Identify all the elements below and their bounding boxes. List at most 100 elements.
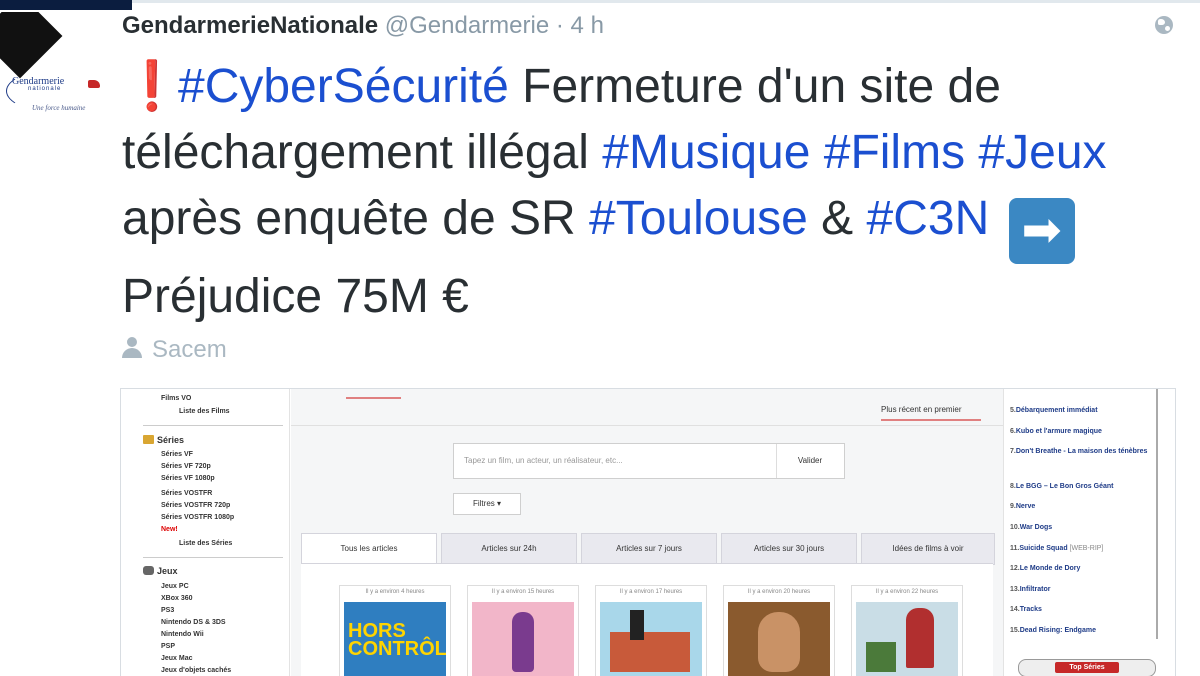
tweet-location[interactable]: Sacem xyxy=(122,336,227,364)
sidebar-section-series: Séries xyxy=(143,435,184,445)
tab-all-articles: Tous les articles xyxy=(301,533,437,565)
poster-shape xyxy=(630,610,644,640)
sidebar-link: Liste des Films xyxy=(179,408,230,415)
sidebar-link: Jeux Mac xyxy=(161,655,193,662)
sidebar-link: Liste des Séries xyxy=(179,540,233,547)
card-time: Il y a environ 20 heures xyxy=(747,589,811,595)
list-item: 14.Tracks xyxy=(1010,606,1160,613)
screenshot-top-list: 5.Débarquement immédiat 6.Kubo et l'armu… xyxy=(1003,389,1175,676)
separator-dot: · xyxy=(555,12,564,39)
tweet-text-part: après enquête de SR xyxy=(122,192,589,245)
sidebar-link: Séries VOSTFR xyxy=(161,490,213,497)
poster-shape xyxy=(610,632,690,672)
list-border xyxy=(1156,389,1158,639)
list-title: War Dogs xyxy=(1019,524,1053,531)
sort-label: Plus récent en premier xyxy=(881,405,962,414)
search-submit-button: Valider xyxy=(776,444,843,478)
list-item: 6.Kubo et l'armure magique xyxy=(1010,428,1160,435)
sidebar-divider xyxy=(143,425,283,426)
sort-underline xyxy=(881,419,981,421)
movie-poster: HORS CONTRÔLE xyxy=(344,602,446,676)
hashtag-jeux[interactable]: #Jeux xyxy=(978,126,1106,179)
sidebar-link: Nintendo Wii xyxy=(161,631,204,638)
tab-7-days: Articles sur 7 jours xyxy=(581,533,717,565)
sidebar-link: Nintendo DS & 3DS xyxy=(161,619,226,626)
sidebar-divider xyxy=(143,557,283,558)
avatar[interactable]: Gendarmerie nationale Une force humaine xyxy=(0,12,110,122)
sidebar-link: Jeux d'objets cachés xyxy=(161,667,232,674)
right-arrow-emoji-icon: ➡ xyxy=(1008,198,1075,264)
attached-screenshot[interactable]: Films VO Liste des Films Séries Séries V… xyxy=(120,388,1176,676)
movie-card: Il y a environ 22 heures xyxy=(851,585,963,676)
poster-shape xyxy=(906,608,934,668)
search-placeholder: Tapez un film, un acteur, un réalisateur… xyxy=(464,456,623,465)
list-item: 12.Le Monde de Dory xyxy=(1010,565,1160,572)
list-item: 13.Infiltrator xyxy=(1010,586,1160,593)
sidebar-link: PS3 xyxy=(161,607,175,614)
movie-card: Il y a environ 17 heures xyxy=(595,585,707,676)
tv-icon xyxy=(143,435,154,444)
tweet-timestamp[interactable]: 4 h xyxy=(571,12,604,39)
mourning-ribbon xyxy=(0,12,63,79)
mourning-band xyxy=(0,0,132,10)
hashtag-toulouse[interactable]: #Toulouse xyxy=(589,192,808,245)
sidebar-link: PSP xyxy=(161,643,176,650)
list-title: Kubo et l'armure magique xyxy=(1015,428,1102,435)
list-item: 5.Débarquement immédiat xyxy=(1010,407,1160,414)
new-badge: New! xyxy=(161,526,178,533)
list-title: Tracks xyxy=(1019,606,1042,613)
top-series-banner: Top Séries xyxy=(1018,659,1156,676)
hashtag-c3n[interactable]: #C3N xyxy=(867,192,990,245)
sidebar-link: Séries VF 1080p xyxy=(161,475,215,482)
list-rank: 12. xyxy=(1010,565,1020,572)
movie-card: Il y a environ 4 heures HORS CONTRÔLE xyxy=(339,585,451,676)
hashtag-cybersecurite[interactable]: #CyberSécurité xyxy=(178,60,509,113)
avatar-motto: Une force humaine xyxy=(32,104,86,112)
list-rank: 15. xyxy=(1010,627,1020,634)
filter-dropdown: Filtres ▾ xyxy=(453,493,521,515)
tweet-text-part: & xyxy=(807,192,867,245)
list-title: Don't Breathe - La maison des ténèbres xyxy=(1015,448,1148,455)
active-tab-underline xyxy=(346,397,401,399)
tab-30-days: Articles sur 30 jours xyxy=(721,533,857,565)
list-item: 9.Nerve xyxy=(1010,503,1160,510)
flame-icon xyxy=(88,80,100,88)
list-title: Le BGG – Le Bon Gros Géant xyxy=(1015,483,1114,490)
screenshot-main: Plus récent en premier Tapez un film, un… xyxy=(291,389,1003,676)
globe-icon xyxy=(1155,16,1173,34)
tweet-text: ❗#CyberSécurité Fermeture d'un site de t… xyxy=(122,54,1182,330)
list-item: 15.Dead Rising: Endgame xyxy=(1010,627,1160,634)
avatar-logo-sub: nationale xyxy=(28,86,62,92)
sidebar-link: Séries VF 720p xyxy=(161,463,211,470)
tweet-text-part: Préjudice 75M € xyxy=(122,270,469,323)
list-title: Infiltrator xyxy=(1019,586,1051,593)
hashtag-musique[interactable]: #Musique xyxy=(602,126,810,179)
card-time: Il y a environ 22 heures xyxy=(875,589,939,595)
list-title: Nerve xyxy=(1015,503,1036,510)
sidebar-link: Séries VOSTFR 720p xyxy=(161,502,231,509)
tweet-text-part xyxy=(810,126,823,179)
person-icon xyxy=(122,337,142,359)
poster-shape xyxy=(866,642,896,672)
list-item: 11.Suicide Squad [WEB-RIP] xyxy=(1010,545,1160,552)
movie-poster xyxy=(600,602,702,676)
card-time: Il y a environ 15 heures xyxy=(491,589,555,595)
author-name[interactable]: GendarmerieNationale xyxy=(122,12,378,39)
tweet-header: GendarmerieNationale @Gendarmerie · 4 h xyxy=(122,12,604,40)
top-series-label: Top Séries xyxy=(1055,662,1119,673)
card-time: Il y a environ 4 heures xyxy=(365,589,425,595)
author-handle[interactable]: @Gendarmerie xyxy=(385,12,549,39)
screenshot-search-box: Tapez un film, un acteur, un réalisateur… xyxy=(453,443,845,479)
list-title: Suicide Squad xyxy=(1019,545,1068,552)
list-tag: [WEB-RIP] xyxy=(1069,545,1104,552)
sidebar-heading: Séries xyxy=(157,435,185,445)
movie-card: Il y a environ 15 heures xyxy=(467,585,579,676)
poster-figure xyxy=(512,612,534,672)
hashtag-films[interactable]: #Films xyxy=(824,126,965,179)
poster-face xyxy=(758,612,800,672)
tab-film-ideas: Idées de films à voir xyxy=(861,533,995,565)
list-item: 10.War Dogs xyxy=(1010,524,1160,531)
movie-poster xyxy=(728,602,830,676)
top-divider xyxy=(0,0,1200,3)
sidebar-link: Séries VF xyxy=(161,451,193,458)
